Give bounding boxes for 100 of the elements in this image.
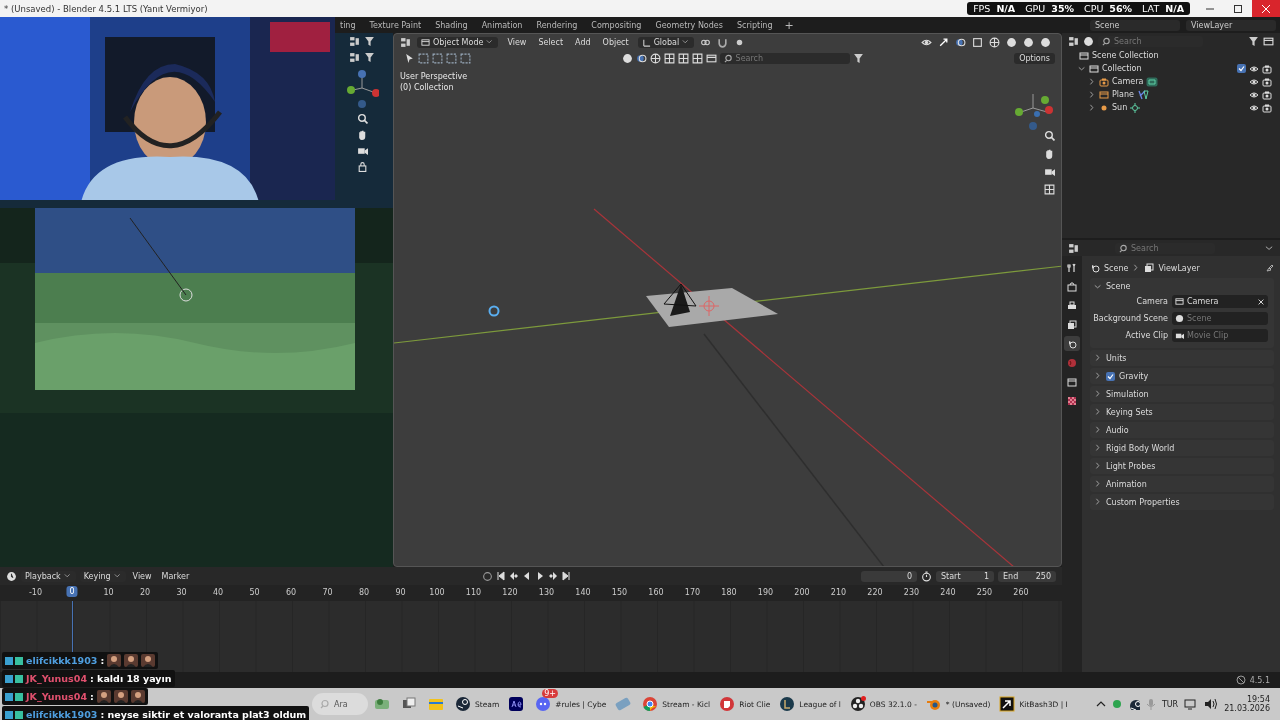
chevron-icon[interactable] [1088, 103, 1096, 112]
camera-icon[interactable] [1262, 63, 1272, 74]
camera-icon[interactable] [1262, 102, 1272, 113]
current-frame-field[interactable]: 0 [861, 570, 917, 582]
filter-icon[interactable] [364, 36, 375, 47]
camera-field[interactable]: Camera [1172, 295, 1268, 308]
menu-item[interactable]: Add [572, 36, 594, 48]
shading-icon[interactable] [1040, 36, 1051, 48]
steam-icon[interactable] [1127, 698, 1140, 710]
chevron-icon[interactable] [1265, 243, 1274, 253]
cursor-icon[interactable] [404, 52, 415, 64]
options-dropdown[interactable]: Options [1014, 52, 1055, 64]
chevron-icon[interactable] [1088, 90, 1096, 99]
menu-item[interactable]: View [504, 36, 530, 48]
record-icon[interactable] [482, 570, 494, 582]
camera-view-icon[interactable] [356, 145, 368, 156]
select-box-icon[interactable] [418, 52, 429, 64]
box-icon[interactable] [1263, 35, 1274, 47]
eye-icon[interactable] [1249, 76, 1259, 87]
jump-end-icon[interactable] [561, 571, 572, 581]
shading-icon[interactable] [621, 52, 633, 64]
tree-item[interactable]: Sun [1112, 103, 1128, 112]
chevron-icon[interactable] [1094, 444, 1102, 452]
clock-date[interactable]: 21.03.2026 [1224, 704, 1270, 713]
hand-icon[interactable] [1044, 148, 1055, 159]
workspace-tab[interactable]: Scripting [730, 19, 779, 31]
end-frame-field[interactable]: End 250 [998, 570, 1056, 582]
properties-tab[interactable] [1064, 336, 1080, 351]
camera-icon[interactable] [1262, 76, 1272, 87]
language-indicator[interactable]: TUR [1161, 699, 1179, 709]
magnet-icon[interactable] [717, 36, 729, 48]
chevron-icon[interactable] [1094, 480, 1102, 488]
tree-item[interactable]: Collection [1102, 64, 1142, 73]
properties-tab[interactable] [1064, 279, 1080, 294]
search-field[interactable]: Ara [312, 693, 368, 715]
pin-icon[interactable] [1264, 263, 1274, 273]
camera-icon[interactable] [1262, 89, 1272, 100]
network-icon[interactable] [1184, 698, 1199, 710]
playhead[interactable]: 0 [66, 586, 78, 597]
start-frame-field[interactable]: Start 1 [936, 570, 994, 582]
section-title[interactable]: Scene [1106, 282, 1131, 291]
light-data-icon[interactable] [1130, 102, 1143, 113]
chevron-icon[interactable] [1088, 77, 1096, 86]
chevron-icon[interactable] [1094, 390, 1102, 398]
zoom-icon[interactable] [356, 113, 368, 124]
workspace-tab[interactable]: Rendering [530, 19, 584, 31]
clock-time[interactable]: 19:54 [1246, 695, 1270, 704]
menu-item[interactable]: Select [535, 36, 567, 48]
close-button[interactable] [1252, 0, 1280, 17]
shading-icon[interactable] [1006, 36, 1017, 48]
hand-icon[interactable] [356, 129, 368, 140]
panel-header[interactable]: Gravity [1119, 371, 1149, 381]
grid-icon[interactable] [691, 52, 703, 64]
workspace-tab[interactable]: Geometry Nodes [649, 19, 729, 31]
tree-item[interactable]: Camera [1112, 77, 1144, 86]
mode-dropdown[interactable]: Object Mode [417, 36, 499, 48]
eye-icon[interactable] [1249, 102, 1259, 113]
panel-header[interactable]: Simulation [1106, 389, 1149, 399]
panel-header[interactable]: Units [1106, 353, 1127, 363]
filter-icon[interactable] [852, 52, 864, 64]
volume-icon[interactable] [1204, 698, 1219, 710]
editor-type-icon[interactable] [349, 52, 360, 63]
editor-type-icon[interactable] [1068, 242, 1079, 254]
camera-data-icon[interactable] [1146, 76, 1159, 87]
xray-icon[interactable] [972, 36, 983, 48]
box-icon[interactable] [705, 52, 717, 64]
grid-icon[interactable] [677, 52, 689, 64]
menu-item[interactable]: Object [599, 36, 632, 48]
eye-icon[interactable] [1249, 89, 1259, 100]
chevron-icon[interactable] [1094, 354, 1102, 362]
workspace-tab[interactable]: Shading [429, 19, 474, 31]
clear-icon[interactable] [1257, 297, 1265, 306]
add-tab-button[interactable]: + [780, 18, 798, 32]
tree-item[interactable]: Plane [1112, 90, 1134, 99]
chevron-icon[interactable] [1094, 462, 1102, 470]
clip-field[interactable]: Movie Clip [1172, 329, 1268, 342]
chevron-icon[interactable] [1094, 498, 1102, 506]
scene-field[interactable]: Scene [1172, 312, 1268, 325]
exclude-checkbox[interactable] [1237, 64, 1246, 73]
chevron-icon[interactable] [1078, 64, 1086, 73]
wireframe-icon[interactable] [989, 36, 1000, 48]
jump-start-icon[interactable] [496, 571, 507, 581]
chevron-icon[interactable] [1094, 426, 1102, 434]
orientation-dropdown[interactable]: Global [637, 36, 695, 48]
panel-header[interactable]: Light Probes [1106, 461, 1156, 471]
clock-icon[interactable] [6, 570, 17, 582]
editor-type-icon[interactable] [400, 36, 411, 48]
workspace-tab[interactable]: Compositing [585, 19, 648, 31]
scene-field[interactable]: Scene [1090, 19, 1180, 31]
navigation-gizmo[interactable] [345, 68, 379, 108]
workspace-tab[interactable]: Texture Paint [363, 19, 428, 31]
view-layer-field[interactable]: ViewLayer [1186, 19, 1276, 31]
checkbox[interactable] [1106, 371, 1115, 381]
chevron-up-icon[interactable] [1095, 699, 1106, 709]
filter-icon[interactable] [364, 52, 375, 63]
select-box-icon[interactable] [432, 52, 443, 64]
lock-icon[interactable] [356, 161, 368, 172]
chevron-icon[interactable] [1094, 408, 1102, 416]
stopwatch-icon[interactable] [921, 570, 932, 582]
next-keyframe-icon[interactable] [548, 571, 559, 581]
